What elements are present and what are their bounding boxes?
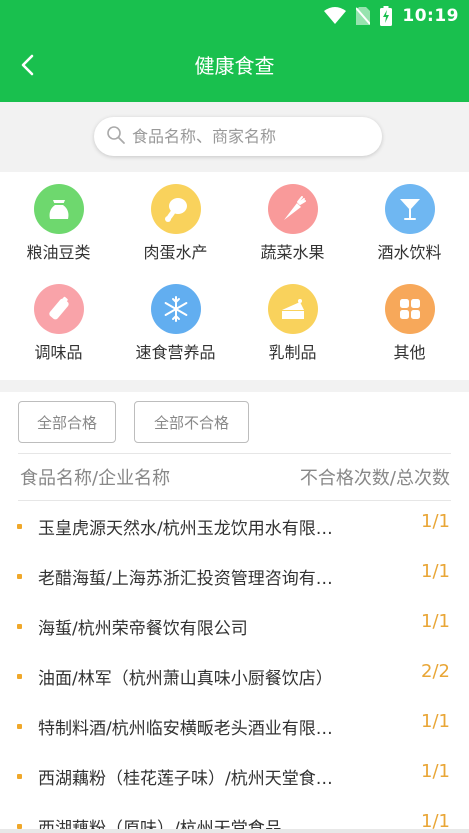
table-row[interactable]: 玉皇虎源天然水/杭州玉龙饮用水有限公司 1/1: [0, 501, 469, 551]
search-input[interactable]: [132, 127, 362, 146]
row-fail-count: 1/1: [421, 561, 450, 582]
category-label: 乳制品: [268, 343, 317, 362]
bullet-dot: [17, 624, 22, 629]
search-icon: [106, 125, 126, 149]
search-area: [0, 102, 469, 172]
row-fail-count: 1/1: [421, 761, 450, 782]
divider: [18, 453, 451, 454]
bullet-dot: [17, 574, 22, 579]
category-meat-egg-seafood[interactable]: 肉蛋水产: [117, 172, 234, 264]
cake-slice-icon: [268, 284, 318, 334]
category-instant-nutrition[interactable]: 速食营养品: [117, 272, 234, 364]
row-fail-count: 1/1: [421, 511, 450, 532]
bullet-dot: [17, 674, 22, 679]
row-fail-count: 1/1: [421, 611, 450, 632]
table-row[interactable]: 西湖藕粉（桂花莲子味）/杭州天堂食品有限公司 1/1: [0, 751, 469, 801]
row-food-company: 油面/林军（杭州萧山真味小厨餐饮店）: [38, 669, 333, 689]
category-label: 其他: [393, 343, 426, 362]
row-food-company: 玉皇虎源天然水/杭州玉龙饮用水有限公司: [38, 519, 348, 539]
column-header-name: 食品名称/企业名称: [20, 468, 171, 489]
drumstick-icon: [151, 184, 201, 234]
result-list-panel: 全部合格 全部不合格 食品名称/企业名称 不合格次数/总次数 玉皇虎源天然水/杭…: [0, 392, 469, 833]
carrot-icon: [268, 184, 318, 234]
category-drinks[interactable]: 酒水饮料: [351, 172, 468, 264]
row-food-company: 海蜇/杭州荣帝餐饮有限公司: [38, 619, 248, 639]
search-box[interactable]: [94, 117, 382, 156]
grain-sack-icon: [34, 184, 84, 234]
category-vegetable-fruit[interactable]: 蔬菜水果: [234, 172, 351, 264]
bullet-dot: [17, 524, 22, 529]
category-label: 肉蛋水产: [143, 243, 208, 262]
snowflake-icon: [151, 284, 201, 334]
category-dairy[interactable]: 乳制品: [234, 272, 351, 364]
column-header-count: 不合格次数/总次数: [299, 468, 450, 489]
filter-all-fail-button[interactable]: 全部不合格: [134, 401, 249, 443]
category-label: 粮油豆类: [26, 243, 91, 262]
row-fail-count: 2/2: [421, 661, 450, 682]
status-time: 10:19: [402, 6, 459, 26]
category-label: 调味品: [34, 343, 83, 362]
table-row[interactable]: 老醋海蜇/上海苏浙汇投资管理咨询有限公司 1/1: [0, 551, 469, 601]
page-title: 健康食查: [194, 54, 275, 78]
row-food-company: 特制料酒/杭州临安横畈老头酒业有限公司: [38, 719, 348, 739]
row-fail-count: 1/1: [421, 711, 450, 732]
wifi-icon: [324, 7, 347, 25]
category-other[interactable]: 其他: [351, 272, 468, 364]
cocktail-glass-icon: [385, 184, 435, 234]
category-label: 酒水饮料: [377, 243, 442, 262]
status-bar: 10:19: [0, 0, 469, 32]
category-seasoning[interactable]: 调味品: [0, 272, 117, 364]
table-row[interactable]: 海蜇/杭州荣帝餐饮有限公司 1/1: [0, 601, 469, 651]
header: 10:19 健康食查: [0, 0, 469, 102]
category-label: 蔬菜水果: [260, 243, 325, 262]
table-row[interactable]: 特制料酒/杭州临安横畈老头酒业有限公司 1/1: [0, 701, 469, 751]
grid-icon: [385, 284, 435, 334]
row-food-company: 西湖藕粉（桂花莲子味）/杭州天堂食品有限公司: [38, 769, 348, 789]
table-row[interactable]: 油面/林军（杭州萧山真味小厨餐饮店） 2/2: [0, 651, 469, 701]
seasoning-bottle-icon: [34, 284, 84, 334]
bullet-dot: [17, 724, 22, 729]
no-sim-icon: [356, 7, 371, 25]
category-panel: 粮油豆类 肉蛋水产 蔬菜水果 酒水饮料 调味品 速食营养品 乳制品 其他: [0, 172, 469, 380]
category-grain-oil[interactable]: 粮油豆类: [0, 172, 117, 264]
row-food-company: 老醋海蜇/上海苏浙汇投资管理咨询有限公司: [38, 569, 348, 589]
bottom-edge: [0, 829, 469, 833]
filter-all-pass-button[interactable]: 全部合格: [18, 401, 116, 443]
battery-charging-icon: [380, 6, 393, 26]
category-label: 速食营养品: [135, 343, 216, 362]
bullet-dot: [17, 774, 22, 779]
